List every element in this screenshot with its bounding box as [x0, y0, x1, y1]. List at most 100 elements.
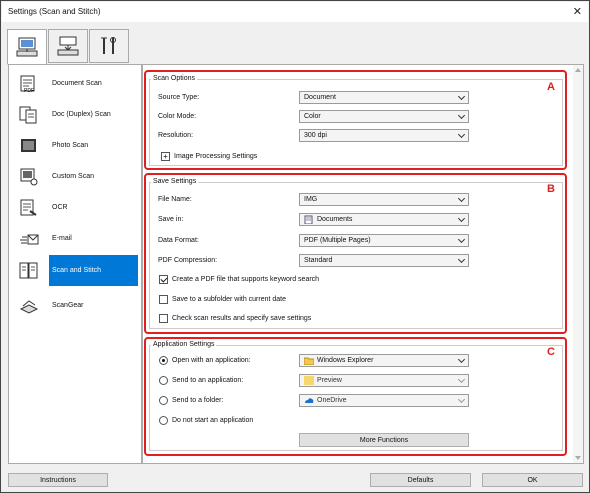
chevron-down-icon: [457, 375, 466, 384]
send-to-folder-value: OneDrive: [317, 397, 347, 404]
email-icon: [18, 229, 40, 249]
color-mode-select[interactable]: Color: [299, 110, 469, 123]
vertical-scrollbar[interactable]: [573, 65, 583, 463]
pdf-compression-label: PDF Compression:: [158, 257, 218, 264]
instructions-button[interactable]: Instructions: [8, 473, 108, 487]
open-with-application-value: Windows Explorer: [317, 357, 374, 364]
tab-general-settings[interactable]: [89, 29, 129, 63]
open-with-application-select[interactable]: Windows Explorer: [299, 354, 469, 367]
chevron-down-icon: [457, 194, 466, 203]
ok-label: OK: [527, 476, 538, 484]
file-name-value: IMG: [304, 196, 318, 203]
subfolder-date-label: Save to a subfolder with current date: [172, 296, 287, 303]
more-functions-button[interactable]: More Functions: [299, 433, 469, 447]
preview-app-icon: [304, 376, 314, 385]
instructions-label: Instructions: [40, 476, 76, 484]
scan-stitch-icon: [18, 261, 40, 281]
open-with-application-radio[interactable]: [159, 356, 168, 365]
save-in-select[interactable]: Documents: [299, 213, 469, 226]
send-to-application-select[interactable]: Preview: [299, 374, 469, 387]
send-to-application-label: Send to an application:: [172, 377, 244, 384]
nav-item-photo-scan[interactable]: Photo Scan: [9, 130, 141, 161]
source-type-value: Document: [304, 94, 336, 101]
scroll-down-icon[interactable]: [575, 456, 581, 460]
resolution-label: Resolution:: [158, 132, 194, 139]
data-format-label: Data Format:: [158, 237, 199, 244]
send-to-application-radio[interactable]: [159, 376, 168, 385]
scan-options-title: Scan Options: [151, 75, 198, 82]
close-icon[interactable]: ✕: [573, 5, 582, 18]
chevron-down-icon: [457, 111, 466, 120]
tools-icon: [101, 37, 116, 54]
resolution-value: 300 dpi: [304, 132, 327, 139]
image-processing-settings-label[interactable]: Image Processing Settings: [174, 153, 257, 160]
source-type-label: Source Type:: [158, 94, 200, 101]
chevron-down-icon: [457, 255, 466, 264]
resolution-select[interactable]: 300 dpi: [299, 129, 469, 142]
folder-icon: [304, 357, 314, 365]
do-not-start-application-label: Do not start an application: [172, 417, 254, 424]
chevron-down-icon: [457, 130, 466, 139]
defaults-button[interactable]: Defaults: [370, 473, 471, 487]
nav-item-label: Photo Scan: [52, 142, 89, 149]
color-mode-value: Color: [304, 113, 321, 120]
nav-item-label: Custom Scan: [52, 173, 95, 180]
settings-window: Settings (Scan and Stitch) ✕ PDF Documen…: [0, 0, 590, 493]
chevron-down-icon: [457, 235, 466, 244]
duplex-scan-icon: [18, 105, 40, 125]
chevron-down-icon: [457, 92, 466, 101]
keyword-search-label: Create a PDF file that supports keyword …: [172, 276, 320, 283]
nav-item-label: Scan and Stitch: [49, 255, 138, 286]
pdf-compression-value: Standard: [304, 257, 333, 264]
check-scan-results-label: Check scan results and specify save sett…: [172, 315, 312, 322]
save-in-label: Save in:: [158, 216, 184, 223]
nav-item-label: Document Scan: [52, 80, 102, 87]
tab-scan-from-computer[interactable]: [7, 29, 47, 65]
save-in-value: Documents: [317, 216, 353, 223]
onedrive-cloud-icon: [305, 398, 314, 403]
nav-item-label: ScanGear: [52, 302, 84, 309]
documents-folder-icon: [304, 215, 313, 224]
chevron-down-icon: [457, 395, 466, 404]
send-to-folder-label: Send to a folder:: [172, 397, 224, 404]
source-type-select[interactable]: Document: [299, 91, 469, 104]
tab-scan-from-panel[interactable]: [48, 29, 88, 63]
svg-text:PDF: PDF: [24, 88, 34, 93]
scroll-up-icon[interactable]: [575, 68, 581, 72]
photo-scan-icon: [18, 136, 40, 156]
nav-item-scan-and-stitch[interactable]: Scan and Stitch: [9, 255, 141, 286]
file-name-combobox[interactable]: IMG: [299, 193, 469, 206]
subfolder-date-checkbox[interactable]: [159, 295, 168, 304]
nav-item-ocr[interactable]: OCR: [9, 192, 141, 223]
computer-scan-icon: [16, 37, 38, 57]
defaults-label: Defaults: [407, 476, 434, 484]
nav-item-custom-scan[interactable]: Custom Scan: [9, 161, 141, 192]
nav-item-scangear[interactable]: ScanGear: [9, 290, 141, 321]
nav-item-document-scan[interactable]: PDF Document Scan: [9, 68, 141, 99]
data-format-value: PDF (Multiple Pages): [304, 237, 371, 244]
do-not-start-application-radio[interactable]: [159, 416, 168, 425]
custom-scan-icon: [18, 167, 40, 187]
color-mode-label: Color Mode:: [158, 113, 197, 120]
check-scan-results-checkbox[interactable]: [159, 314, 168, 323]
pdf-compression-select[interactable]: Standard: [299, 254, 469, 267]
more-functions-label: More Functions: [359, 436, 409, 444]
application-settings-title: Application Settings: [151, 341, 217, 348]
ok-button[interactable]: OK: [482, 473, 583, 487]
keyword-search-checkbox[interactable]: [159, 275, 168, 284]
save-settings-title: Save Settings: [151, 178, 199, 185]
send-to-folder-radio[interactable]: [159, 396, 168, 405]
document-scan-icon: PDF: [18, 74, 40, 94]
send-to-folder-select[interactable]: OneDrive: [299, 394, 469, 407]
expand-plus-icon[interactable]: +: [161, 152, 170, 161]
nav-item-label: OCR: [52, 204, 68, 211]
data-format-select[interactable]: PDF (Multiple Pages): [299, 234, 469, 247]
scan-mode-list: PDF Document Scan Doc (Duplex) Scan Phot…: [8, 64, 142, 464]
nav-item-email[interactable]: E-mail: [9, 223, 141, 254]
nav-item-doc-duplex-scan[interactable]: Doc (Duplex) Scan: [9, 99, 141, 130]
file-name-label: File Name:: [158, 196, 192, 203]
nav-item-label: E-mail: [52, 235, 72, 242]
panel-scan-icon: [57, 36, 79, 56]
send-to-application-value: Preview: [317, 377, 342, 384]
title-bar: Settings (Scan and Stitch) ✕: [2, 2, 588, 22]
